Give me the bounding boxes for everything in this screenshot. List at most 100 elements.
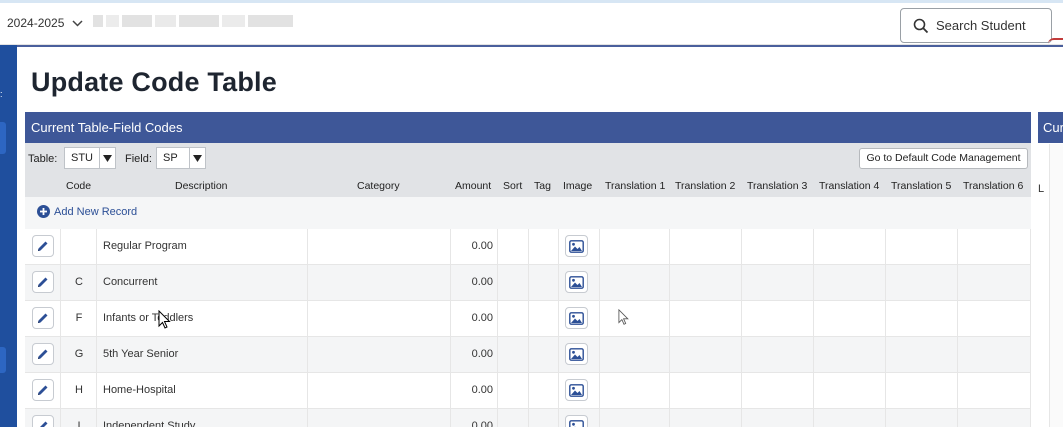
table-cell [742,373,814,409]
col-translation-6[interactable]: Translation 6 [963,180,1023,192]
col-translation-5[interactable]: Translation 5 [891,180,951,192]
table-cell [600,229,670,265]
col-tag[interactable]: Tag [534,180,551,192]
table-cell [814,373,886,409]
table-cell [498,301,529,337]
table-cell [498,337,529,373]
record-description: 5th Year Senior [103,348,179,360]
table-cell [600,373,670,409]
record-code: H [75,384,83,396]
col-category[interactable]: Category [357,180,400,192]
table-cell [529,301,559,337]
school-year-selector[interactable]: 2024-2025 [7,16,83,30]
record-code: I [77,420,81,427]
table-cell [600,265,670,301]
record-image-button[interactable] [565,343,588,365]
column-header-row: Code Description Category Amount Sort Ta… [25,175,1031,197]
table-row[interactable]: Regular Program 0.00 [25,229,1031,265]
record-image-button[interactable] [565,235,588,257]
col-translation-3[interactable]: Translation 3 [747,180,807,192]
table-cell [814,337,886,373]
record-image-button[interactable] [565,379,588,401]
table-cell [742,301,814,337]
goto-default-code-management-button[interactable]: Go to Default Code Management [859,148,1028,169]
record-image-button[interactable] [565,307,588,329]
nav-tick: : [0,89,3,99]
table-cell [61,229,97,265]
table-cell [886,301,958,337]
table-cell [958,229,1031,265]
col-code[interactable]: Code [66,180,91,192]
table-cell [886,337,958,373]
record-description: Home-Hospital [103,384,176,396]
table-cell [814,229,886,265]
image-icon [569,239,584,253]
table-cell [498,373,529,409]
side-panel-strip [1049,144,1063,427]
col-translation-1[interactable]: Translation 1 [605,180,665,192]
record-description: Concurrent [103,276,158,288]
record-description: Regular Program [103,240,187,252]
side-panel-header: Cur [1038,112,1063,143]
record-amount: 0.00 [471,420,493,427]
main-content: Update Code Table Current Table-Field Co… [17,45,1063,427]
edit-record-button[interactable] [32,307,54,329]
search-student-button[interactable]: Search Student [900,8,1052,43]
image-icon [569,275,584,289]
edit-record-button[interactable] [32,235,54,257]
table-cell [308,337,451,373]
add-new-record-link[interactable]: Add New Record [37,205,137,218]
edit-record-button[interactable] [32,415,54,427]
table-cell [886,229,958,265]
record-description: Infants or Toddlers [103,312,194,324]
table-row[interactable]: H Home-Hospital 0.00 [25,373,1031,409]
field-select[interactable]: SP [156,147,206,169]
col-description[interactable]: Description [175,180,228,192]
pencil-icon [38,277,48,287]
col-translation-2[interactable]: Translation 2 [675,180,735,192]
edit-record-button[interactable] [32,379,54,401]
record-amount: 0.00 [471,240,493,252]
school-year-label: 2024-2025 [7,16,65,30]
record-image-button[interactable] [565,415,588,427]
table-cell [308,373,451,409]
table-cell [742,337,814,373]
table-cell [886,409,958,427]
pencil-icon [38,241,48,251]
table-cell [308,265,451,301]
table-cell [670,229,742,265]
edit-record-button[interactable] [32,271,54,293]
col-sort[interactable]: Sort [503,180,522,192]
search-student-label: Search Student [936,18,1026,33]
image-icon [569,311,584,325]
record-amount: 0.00 [471,276,493,288]
table-cell [670,265,742,301]
table-row[interactable]: F Infants or Toddlers 0.00 [25,301,1031,337]
pencil-icon [38,385,48,395]
table-select[interactable]: STU [64,147,116,169]
dropdown-arrow-icon [189,148,205,168]
nav-item-active[interactable] [0,122,6,154]
col-amount[interactable]: Amount [455,180,491,192]
table-cell [742,229,814,265]
record-amount: 0.00 [471,312,493,324]
col-image[interactable]: Image [563,180,592,192]
table-row[interactable]: G 5th Year Senior 0.00 [25,337,1031,373]
table-row[interactable]: I Independent Study 0.00 [25,409,1031,427]
table-label: Table: [28,153,58,165]
panel-header: Current Table-Field Codes [25,112,1031,143]
record-code: C [75,276,83,288]
table-row[interactable]: C Concurrent 0.00 [25,265,1031,301]
table-cell [308,229,451,265]
table-cell [498,229,529,265]
table-cell [529,265,559,301]
nav-item[interactable] [0,347,6,373]
record-image-button[interactable] [565,271,588,293]
side-panel-label: L [1038,183,1045,195]
image-icon [569,419,584,427]
table-cell [886,373,958,409]
col-translation-4[interactable]: Translation 4 [819,180,879,192]
edit-record-button[interactable] [32,343,54,365]
record-amount: 0.00 [471,384,493,396]
table-cell [886,265,958,301]
